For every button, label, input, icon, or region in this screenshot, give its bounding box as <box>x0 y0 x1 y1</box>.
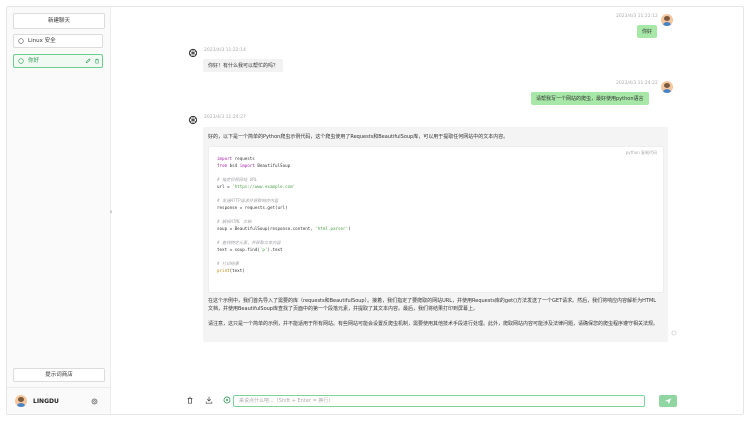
code-line: import requests <box>217 156 255 161</box>
message-input[interactable]: 来说点什么吧...（Shift + Enter = 换行） <box>233 395 645 407</box>
user-message: 请帮我写一个网站的爬虫，最好使用python语言 <box>531 92 649 105</box>
conversation-label: 你好 <box>28 58 40 64</box>
user-message: 你好 <box>637 25 658 38</box>
user-name: LINGDU <box>33 398 59 405</box>
code-comment: # 查找特定元素，并获取文本内容 <box>217 240 281 245</box>
conversation-item-linux[interactable]: Linux 安全 <box>13 34 103 48</box>
chatgpt-logo-icon <box>188 115 198 125</box>
code-line: from bs4 import BeautifulSoup <box>217 163 291 168</box>
chat-bubble-icon <box>18 38 24 44</box>
trash-icon[interactable] <box>186 396 194 404</box>
copy-icon[interactable] <box>671 330 677 336</box>
message-timestamp: 2023/4/3 11:22:12 <box>616 14 658 19</box>
chat-bubble-icon <box>18 58 24 64</box>
gear-icon[interactable] <box>91 398 98 405</box>
code-line: print(text) <box>217 268 245 273</box>
send-icon <box>664 398 672 405</box>
message-timestamp: 2023/4/3 11:24:22 <box>616 81 658 86</box>
answer-paragraph: 在这个示例中，我们首先导入了需要的库（requests和BeautifulSou… <box>208 298 657 312</box>
assistant-message: 好的，以下是一个简单的Python爬虫示例代码，这个爬虫使用了Requests和… <box>203 127 668 342</box>
chat-area: 2023/4/3 11:22:12 你好 2023/4/3 11:22:14 你… <box>111 7 743 414</box>
user-avatar <box>661 14 673 26</box>
prompt-store-button[interactable]: 提示词商店 <box>13 368 105 382</box>
copy-code-button[interactable]: python 复制代码 <box>626 150 657 156</box>
code-comment: # 解析HTML 文档 <box>217 219 252 224</box>
code-line: text = soup.find('p').text <box>217 247 283 252</box>
message-timestamp: 2023/4/3 11:22:14 <box>204 48 246 53</box>
new-chat-button[interactable]: 新建聊天 <box>13 13 105 29</box>
code-block: python 复制代码 import requests from bs4 imp… <box>208 146 664 293</box>
code-line: soup = BeautifulSoup(response.content, '… <box>217 226 351 231</box>
edit-icon[interactable] <box>85 58 91 64</box>
app-window: 新建聊天 Linux 安全 你好 提示词商店 LINGDU ‹ 2023/4/3… <box>6 6 744 415</box>
message-timestamp: 2023/4/3 11:24:27 <box>204 115 246 120</box>
user-bar: LINGDU <box>7 387 111 417</box>
conversation-label: Linux 安全 <box>28 38 56 44</box>
code-comment: # 打印结果 <box>217 261 239 266</box>
code-line: response = requests.get(url) <box>217 205 288 210</box>
sidebar: 新建聊天 Linux 安全 你好 提示词商店 LINGDU <box>7 7 111 414</box>
composer-bar: 来说点什么吧...（Shift + Enter = 换行） <box>111 387 743 416</box>
chatgpt-logo-icon <box>188 48 198 58</box>
send-button[interactable] <box>659 395 677 407</box>
conversation-item-hello[interactable]: 你好 <box>13 54 103 68</box>
answer-intro: 好的，以下是一个简单的Python爬虫示例代码，这个爬虫使用了Requests和… <box>208 134 509 140</box>
code-line: url = 'https://www.example.com' <box>217 184 296 189</box>
avatar[interactable] <box>15 395 27 407</box>
chat-mode-icon[interactable] <box>223 396 231 404</box>
code-comment: # 指定目标网站 URL <box>217 177 258 182</box>
download-icon[interactable] <box>205 396 213 404</box>
answer-paragraph: 请注意，这只是一个简单的示例，并不能适用于所有网站。有些网站可能会设置反爬虫机制… <box>208 321 659 327</box>
assistant-message: 你好！有什么我可以帮忙的吗？ <box>203 59 284 72</box>
user-avatar <box>661 81 673 93</box>
code-comment: # 发送HTTP请求并获取响应内容 <box>217 198 279 203</box>
delete-icon[interactable] <box>94 58 100 64</box>
